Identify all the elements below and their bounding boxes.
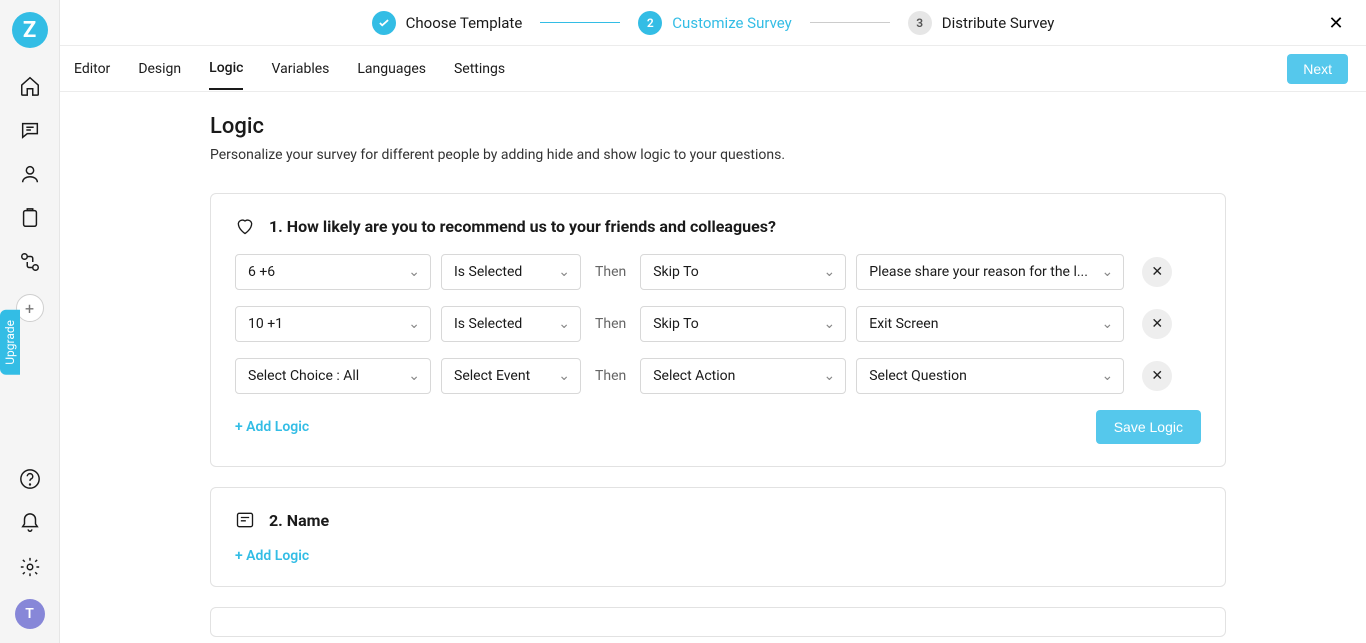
question-title: 1. How likely are you to recommend us to… xyxy=(269,217,776,236)
flow-icon[interactable] xyxy=(18,250,42,274)
question-card xyxy=(210,607,1226,637)
remove-row-button[interactable]: ✕ xyxy=(1142,309,1172,339)
gear-icon[interactable] xyxy=(18,555,42,579)
target-select[interactable]: Exit Screen⌄ xyxy=(856,306,1124,342)
avatar[interactable]: T xyxy=(15,599,45,629)
chat-icon[interactable] xyxy=(18,118,42,142)
event-select[interactable]: Is Selected⌄ xyxy=(441,306,581,342)
check-icon xyxy=(372,11,396,35)
tab-bar: Editor Design Logic Variables Languages … xyxy=(60,46,1366,92)
chevron-down-icon: ⌄ xyxy=(1102,368,1114,384)
wizard-header: Choose Template 2 Customize Survey 3 Dis… xyxy=(60,0,1366,46)
step-number: 3 xyxy=(908,11,932,35)
user-icon[interactable] xyxy=(18,162,42,186)
chevron-down-icon: ⌄ xyxy=(1102,316,1114,332)
next-button[interactable]: Next xyxy=(1287,54,1348,84)
target-select[interactable]: Please share your reason for the l...⌄ xyxy=(856,254,1124,290)
chevron-down-icon: ⌄ xyxy=(558,368,570,384)
text-icon xyxy=(235,510,255,530)
wizard-step-label: Distribute Survey xyxy=(942,14,1055,32)
close-icon[interactable]: ✕ xyxy=(1324,11,1348,35)
event-select[interactable]: Select Event⌄ xyxy=(441,358,581,394)
remove-row-button[interactable]: ✕ xyxy=(1142,361,1172,391)
bell-icon[interactable] xyxy=(18,511,42,535)
wizard-step-1[interactable]: Choose Template xyxy=(372,11,523,35)
choice-select[interactable]: Select Choice : All⌄ xyxy=(235,358,431,394)
wizard-step-label: Customize Survey xyxy=(672,14,791,32)
nav-rail: Z + Upgrade T xyxy=(0,0,60,643)
step-number: 2 xyxy=(638,11,662,35)
tab-settings[interactable]: Settings xyxy=(454,49,505,89)
page-description: Personalize your survey for different pe… xyxy=(210,147,1226,163)
logic-row: 10 +1⌄ Is Selected⌄ Then Skip To⌄ Exit S… xyxy=(235,306,1201,342)
tab-logic[interactable]: Logic xyxy=(209,48,243,90)
remove-row-button[interactable]: ✕ xyxy=(1142,257,1172,287)
add-logic-button[interactable]: + Add Logic xyxy=(235,419,309,435)
wizard-connector xyxy=(810,22,890,23)
chevron-down-icon: ⌄ xyxy=(408,368,420,384)
chevron-down-icon: ⌄ xyxy=(1102,264,1114,280)
wizard-connector xyxy=(540,22,620,23)
wizard-step-3[interactable]: 3 Distribute Survey xyxy=(908,11,1055,35)
chevron-down-icon: ⌄ xyxy=(824,316,836,332)
content-area: Logic Personalize your survey for differ… xyxy=(60,92,1366,643)
chevron-down-icon: ⌄ xyxy=(408,316,420,332)
action-select[interactable]: Skip To⌄ xyxy=(640,306,846,342)
chevron-down-icon: ⌄ xyxy=(558,264,570,280)
wizard-step-2[interactable]: 2 Customize Survey xyxy=(638,11,791,35)
event-select[interactable]: Is Selected⌄ xyxy=(441,254,581,290)
home-icon[interactable] xyxy=(18,74,42,98)
wizard-step-label: Choose Template xyxy=(406,14,523,32)
choice-select[interactable]: 10 +1⌄ xyxy=(235,306,431,342)
heart-icon xyxy=(235,216,255,236)
logic-row: Select Choice : All⌄ Select Event⌄ Then … xyxy=(235,358,1201,394)
tab-design[interactable]: Design xyxy=(138,49,181,89)
question-card: 2. Name + Add Logic xyxy=(210,487,1226,587)
tab-editor[interactable]: Editor xyxy=(74,49,110,89)
then-label: Then xyxy=(591,316,630,332)
chevron-down-icon: ⌄ xyxy=(558,316,570,332)
page-title: Logic xyxy=(210,114,1226,139)
target-select[interactable]: Select Question⌄ xyxy=(856,358,1124,394)
chevron-down-icon: ⌄ xyxy=(824,264,836,280)
help-icon[interactable] xyxy=(18,467,42,491)
upgrade-tab[interactable]: Upgrade xyxy=(0,310,20,375)
tab-variables[interactable]: Variables xyxy=(271,49,329,89)
chevron-down-icon: ⌄ xyxy=(408,264,420,280)
choice-select[interactable]: 6 +6⌄ xyxy=(235,254,431,290)
clipboard-icon[interactable] xyxy=(18,206,42,230)
tab-languages[interactable]: Languages xyxy=(357,49,426,89)
action-select[interactable]: Skip To⌄ xyxy=(640,254,846,290)
brand-logo[interactable]: Z xyxy=(12,12,48,48)
then-label: Then xyxy=(591,264,630,280)
action-select[interactable]: Select Action⌄ xyxy=(640,358,846,394)
add-logic-button[interactable]: + Add Logic xyxy=(235,548,309,564)
then-label: Then xyxy=(591,368,630,384)
question-card: 1. How likely are you to recommend us to… xyxy=(210,193,1226,467)
chevron-down-icon: ⌄ xyxy=(824,368,836,384)
save-logic-button[interactable]: Save Logic xyxy=(1096,410,1201,444)
question-title: 2. Name xyxy=(269,511,329,530)
logic-row: 6 +6⌄ Is Selected⌄ Then Skip To⌄ Please … xyxy=(235,254,1201,290)
